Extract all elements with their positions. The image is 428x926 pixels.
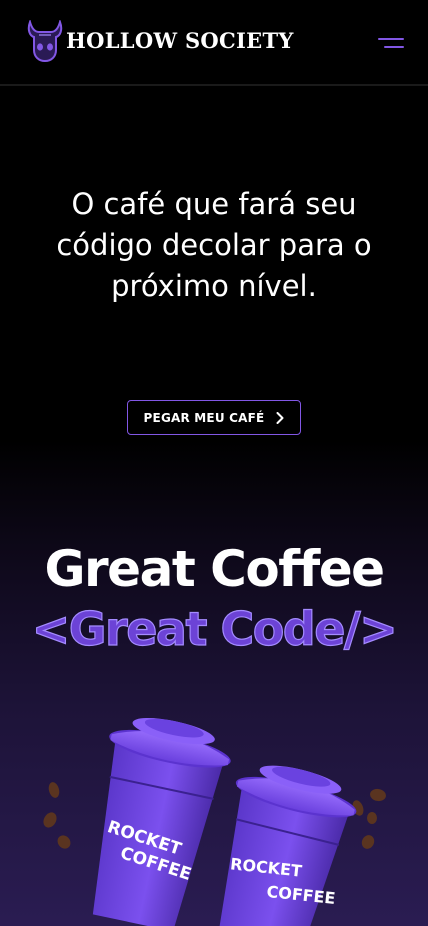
chevron-right-icon <box>276 411 284 424</box>
hamburger-menu-icon[interactable] <box>376 36 404 52</box>
brand-name[interactable]: HOLLOW SOCIETY <box>66 28 294 53</box>
site-header: HOLLOW SOCIETY <box>0 0 428 86</box>
hero-headline: O café que fará seu código decolar para … <box>56 187 372 303</box>
get-coffee-button[interactable]: PEGAR MEU CAFÉ <box>127 400 301 435</box>
coffee-cups-product-image: ROCKET COFFEE ROCKET COFFEE <box>43 718 386 926</box>
horned-mask-logo-icon[interactable] <box>26 20 64 62</box>
tagline-great-code: <Great Code/> <box>31 601 398 656</box>
tagline-great-coffee: Great Coffee <box>44 540 385 598</box>
get-coffee-button-label: PEGAR MEU CAFÉ <box>143 410 265 425</box>
